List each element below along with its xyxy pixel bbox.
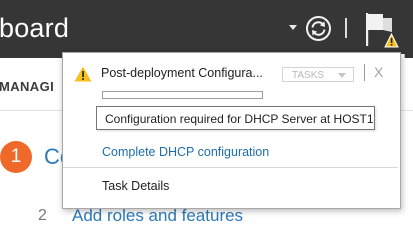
notification-title: Post-deployment Configura...: [101, 66, 263, 80]
divider: [364, 64, 365, 81]
step-number-badge: 1: [0, 141, 32, 173]
toolbar-separator: [345, 18, 347, 38]
chevron-down-icon: [338, 73, 346, 78]
header-bar: board: [0, 0, 413, 58]
notification-flag-icon[interactable]: [363, 10, 399, 50]
warning-icon: [74, 66, 92, 82]
add-roles-link[interactable]: Add roles and features: [72, 206, 243, 226]
tasks-dropdown[interactable]: TASKS: [282, 67, 354, 82]
page-title: board: [0, 13, 70, 43]
tooltip: Configuration required for DHCP Server a…: [96, 106, 375, 130]
complete-dhcp-link[interactable]: Complete DHCP configuration: [102, 145, 269, 159]
step-number: 2: [38, 207, 47, 224]
task-details-link[interactable]: Task Details: [102, 179, 169, 193]
chevron-down-icon[interactable]: [289, 25, 297, 30]
divider: [63, 167, 398, 168]
progress-bar: [102, 91, 263, 99]
refresh-icon[interactable]: [305, 15, 332, 42]
tasks-label: TASKS: [292, 70, 325, 81]
nav-label[interactable]: MANAGI: [0, 79, 54, 94]
close-button[interactable]: X: [374, 64, 383, 80]
